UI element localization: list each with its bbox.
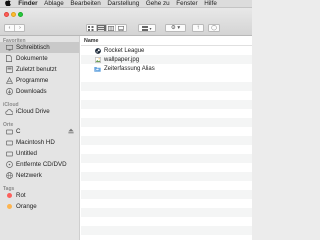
disk-icon: [5, 128, 13, 135]
share-button[interactable]: ↑: [192, 24, 204, 32]
sidebar-item-label: Zuletzt benutzt: [16, 66, 57, 73]
downloads-icon: [5, 88, 13, 95]
minimize-button[interactable]: [11, 12, 16, 17]
menu-finder[interactable]: Finder: [15, 0, 41, 7]
gallery-icon: [118, 25, 125, 31]
eject-icon[interactable]: [68, 128, 74, 136]
sidebar-item-label: Schreibtisch: [16, 44, 50, 51]
columns-icon: [107, 25, 114, 31]
sidebar-item-c[interactable]: C: [0, 126, 79, 137]
nav-buttons: ‹ ›: [4, 24, 25, 32]
recents-icon: [5, 66, 13, 73]
red-dot: [6, 193, 12, 198]
chevron-down-icon: ▾: [149, 25, 152, 31]
menu-ablage[interactable]: Ablage: [41, 0, 67, 7]
apple-icon[interactable]: [0, 0, 15, 7]
menu-bearbeiten[interactable]: Bearbeiten: [67, 0, 104, 7]
list-item[interactable]: wallpaper.jpg: [81, 55, 252, 64]
sidebar-item-macintosh-hd[interactable]: Macintosh HD: [0, 137, 79, 148]
sidebar-item-label: Dokumente: [16, 55, 48, 62]
desktop-icon: [5, 44, 13, 51]
sidebar-item-label: Untitled: [16, 150, 37, 157]
applications-icon: [5, 77, 13, 84]
group-icon: [142, 25, 149, 31]
chevron-right-icon: ›: [19, 25, 21, 31]
sidebar-item-icloud-drive[interactable]: iCloud Drive: [0, 106, 79, 117]
back-button[interactable]: ‹: [5, 25, 15, 31]
sidebar-item-tag-rot[interactable]: Rot: [0, 190, 79, 201]
sidebar-item-label: C: [16, 128, 21, 135]
sidebar-item-label: Rot: [16, 192, 26, 199]
toolbar: ‹ › ▾ ⚙ ▾ ↑ ◯: [0, 8, 252, 36]
sidebar-item-entfernte-cd-dvd[interactable]: Entfernte CD/DVD: [0, 159, 79, 170]
sidebar-item-label: Downloads: [16, 88, 47, 95]
grid-icon: [88, 25, 94, 31]
empty-list-area[interactable]: [81, 73, 252, 240]
sidebar-item-tag-orange[interactable]: Orange: [0, 201, 79, 212]
sidebar-item-downloads[interactable]: Downloads: [0, 86, 79, 97]
sidebar-item-label: Orange: [16, 203, 37, 210]
sidebar-item-label: Programme: [16, 77, 49, 84]
share-icon: ↑: [196, 25, 200, 31]
file-name: wallpaper.jpg: [104, 56, 140, 63]
gallery-view-button[interactable]: [116, 25, 126, 31]
sidebar: Favoriten Schreibtisch Dokumente Zuletzt…: [0, 36, 80, 240]
list-item[interactable]: Zeiterfassung Alias: [81, 64, 252, 73]
disc-icon: [5, 161, 13, 168]
list-item[interactable]: Rocket League: [81, 46, 252, 55]
sidebar-item-programme[interactable]: Programme: [0, 75, 79, 86]
list-view-button[interactable]: [96, 25, 107, 31]
chevron-left-icon: ‹: [8, 25, 11, 31]
sidebar-item-schreibtisch[interactable]: Schreibtisch: [0, 42, 79, 53]
forward-button[interactable]: ›: [15, 25, 24, 31]
sidebar-item-zuletzt-benutzt[interactable]: Zuletzt benutzt: [0, 64, 79, 75]
cloud-icon: [5, 108, 13, 115]
sidebar-item-label: Netzwerk: [16, 172, 42, 179]
close-button[interactable]: [4, 12, 9, 17]
sidebar-item-label: Macintosh HD: [16, 139, 55, 146]
finder-window: ‹ › ▾ ⚙ ▾ ↑ ◯ Favoriten Schreibtisch Dok…: [0, 8, 252, 240]
maximize-button[interactable]: [18, 12, 23, 17]
menu-darstellung[interactable]: Darstellung: [104, 0, 142, 7]
tag-red-dot-icon: [5, 192, 13, 199]
tag-button[interactable]: ◯: [208, 24, 220, 32]
menu-fenster[interactable]: Fenster: [173, 0, 201, 7]
gear-icon: ⚙ ▾: [170, 25, 181, 31]
sidebar-item-label: Entfernte CD/DVD: [16, 161, 67, 168]
steam-icon: [94, 47, 101, 54]
list-icon: [98, 25, 105, 31]
menu-hilfe[interactable]: Hilfe: [201, 0, 220, 7]
view-switcher: [86, 24, 127, 32]
file-name: Zeiterfassung Alias: [104, 65, 155, 72]
documents-icon: [5, 55, 13, 62]
sidebar-item-netzwerk[interactable]: Netzwerk: [0, 170, 79, 181]
sidebar-item-untitled[interactable]: Untitled: [0, 148, 79, 159]
sidebar-item-label: iCloud Drive: [16, 108, 50, 115]
file-list: Name Rocket League wallpaper.jpg Zeiterf…: [81, 36, 252, 240]
disk-icon: [5, 150, 13, 157]
action-button[interactable]: ⚙ ▾: [165, 24, 186, 32]
orange-dot: [6, 204, 12, 209]
network-icon: [5, 172, 13, 179]
column-header-name[interactable]: Name: [81, 36, 252, 46]
icon-view-button[interactable]: [87, 25, 97, 31]
tag-orange-dot-icon: [5, 203, 13, 210]
tag-icon: ◯: [211, 25, 217, 31]
image-file-icon: [94, 56, 101, 63]
group-button[interactable]: ▾: [138, 24, 156, 32]
column-header-label: Name: [84, 37, 99, 44]
disk-icon: [5, 139, 13, 146]
alias-icon: [94, 66, 101, 72]
menu-bar: Finder Ablage Bearbeiten Darstellung Geh…: [0, 0, 252, 8]
column-view-button[interactable]: [107, 25, 117, 31]
sidebar-item-dokumente[interactable]: Dokumente: [0, 53, 79, 64]
file-name: Rocket League: [104, 47, 145, 54]
menu-gehe-zu[interactable]: Gehe zu: [143, 0, 173, 7]
